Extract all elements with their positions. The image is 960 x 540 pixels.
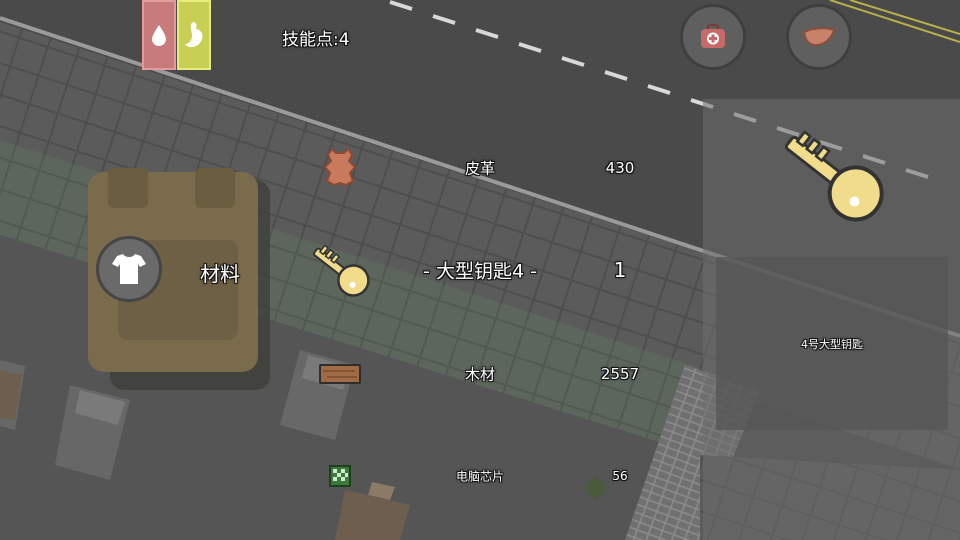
computer-chip-icon — [300, 454, 380, 498]
large-key-icon — [784, 130, 884, 222]
item-detail-panel: 4号大型钥匙 — [703, 99, 960, 540]
shirt-icon — [112, 254, 146, 284]
inventory-item-leather[interactable]: 皮革 430 — [300, 146, 680, 190]
item-count: 1 — [613, 258, 627, 282]
water-status-bar — [142, 0, 176, 70]
medkit-button[interactable] — [680, 4, 746, 70]
medkit-icon — [701, 24, 725, 48]
skill-points-value: 4 — [338, 30, 350, 50]
item-description-box: 4号大型钥匙 — [716, 257, 948, 430]
category-clothing-button[interactable] — [96, 236, 162, 302]
category-label: 材料 — [200, 262, 240, 286]
item-name-selected: - 大型钥匙4 - — [423, 260, 537, 283]
key-icon — [300, 244, 380, 297]
inventory-item-wood[interactable]: 木材 2557 — [300, 352, 680, 396]
meat-button[interactable] — [786, 4, 852, 70]
item-name: 木材 — [464, 365, 495, 384]
wood-plank-icon — [300, 352, 380, 396]
item-count: 2557 — [600, 365, 640, 383]
item-name: 电脑芯片 — [455, 469, 504, 484]
item-count: 430 — [605, 159, 635, 177]
food-status-bar — [177, 0, 211, 70]
skill-points-label: 技能点 — [282, 30, 333, 50]
meat-icon — [802, 27, 836, 47]
item-count: 56 — [612, 469, 628, 483]
water-drop-icon — [152, 25, 166, 46]
item-name: 皮革 — [464, 159, 495, 178]
stomach-icon — [185, 22, 203, 47]
skill-points-display: 技能点:4 — [282, 25, 350, 50]
inventory-item-computer-chip[interactable]: 电脑芯片 56 — [300, 454, 680, 498]
leather-icon — [300, 146, 380, 190]
inventory-item-large-key-selected[interactable]: - 大型钥匙4 - 1 — [300, 244, 680, 297]
item-description: 4号大型钥匙 — [801, 337, 863, 351]
